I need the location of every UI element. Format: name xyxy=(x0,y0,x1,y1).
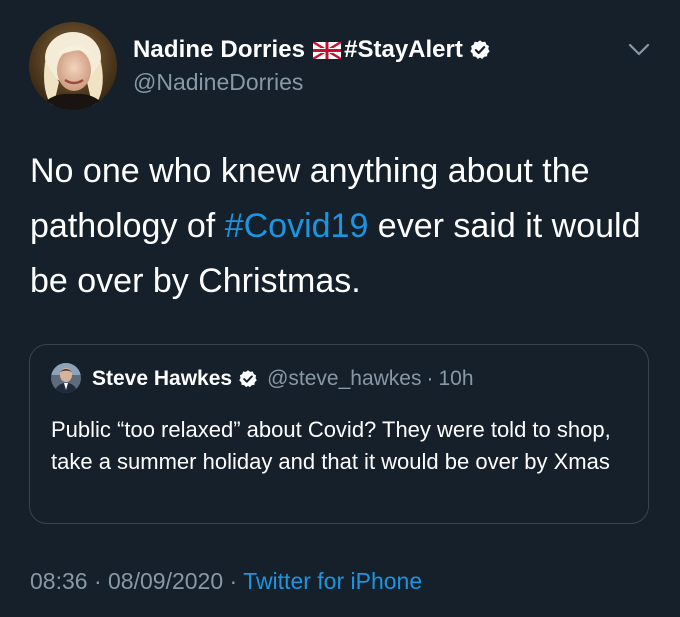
quoted-header: Steve Hawkes @steve_hawkes · 10h xyxy=(92,367,474,391)
tweet-text: No one who knew anything about the patho… xyxy=(30,144,650,309)
author-name-row[interactable]: Nadine Dorries #StayAlert xyxy=(133,36,491,64)
chevron-down-icon[interactable] xyxy=(626,41,652,59)
quoted-display-name: Steve Hawkes xyxy=(92,367,233,390)
tweet-card: Nadine Dorries #StayAlert @NadineDorries… xyxy=(0,0,680,617)
quoted-author-avatar xyxy=(51,363,81,393)
tweet-date[interactable]: 08/09/2020 xyxy=(108,568,223,594)
uk-flag-icon xyxy=(312,40,342,60)
author-display-name[interactable]: Nadine Dorries xyxy=(133,36,305,64)
quoted-text: Public “too relaxed” about Covid? They w… xyxy=(51,417,611,474)
author-handle[interactable]: @NadineDorries xyxy=(133,69,303,96)
quoted-tweet[interactable]: Steve Hawkes @steve_hawkes · 10h Public … xyxy=(29,344,649,524)
meta-separator-2: · xyxy=(223,568,244,594)
verified-badge-icon xyxy=(238,369,258,389)
author-avatar[interactable] xyxy=(29,22,117,110)
meta-separator-1: · xyxy=(87,568,109,594)
quoted-timestamp: 10h xyxy=(438,367,474,390)
author-name-hashtag: #StayAlert xyxy=(344,36,463,63)
verified-badge-icon xyxy=(469,39,491,61)
quoted-separator: · xyxy=(426,367,434,390)
tweet-meta: 08:36 · 08/09/2020 · Twitter for iPhone xyxy=(30,568,422,595)
tweet-hashtag-link[interactable]: #Covid19 xyxy=(225,207,369,245)
tweet-time[interactable]: 08:36 xyxy=(30,568,88,594)
quoted-handle: @steve_hawkes xyxy=(267,367,422,390)
tweet-source-link[interactable]: Twitter for iPhone xyxy=(243,568,422,594)
